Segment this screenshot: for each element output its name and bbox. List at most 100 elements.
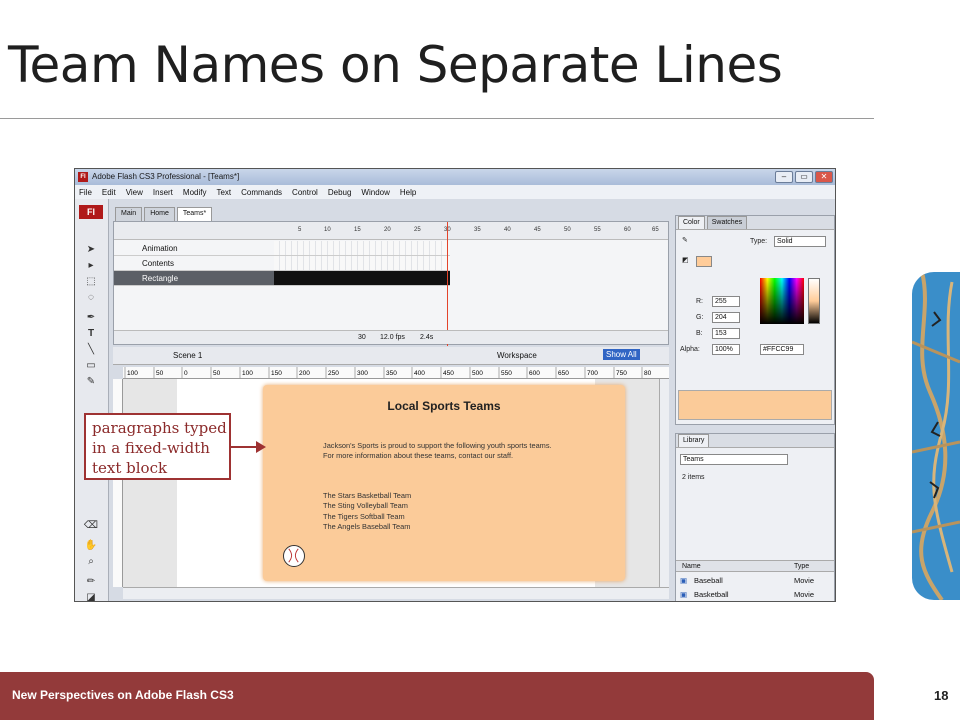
pen-tool-icon[interactable]: ✒ [83, 311, 99, 325]
frame-number: 65 [652, 227, 659, 233]
horizontal-scrollbar[interactable] [123, 587, 669, 599]
scene-name[interactable]: Scene 1 [173, 351, 202, 360]
fill-color-swatch[interactable] [696, 256, 712, 267]
stage-area: Local Sports Teams Jackson's Sports is p… [177, 379, 625, 587]
library-item[interactable]: ▣ Baseball Movie [676, 574, 834, 587]
library-item-type: Movie [794, 590, 815, 599]
frame-number: 35 [474, 227, 481, 233]
frame-rate[interactable]: 12.0 fps [380, 331, 405, 344]
ruler-label: 500 [472, 370, 483, 377]
hex-input[interactable]: #FFCC99 [760, 344, 804, 355]
rectangle-tool-icon[interactable]: ▭ [83, 359, 99, 373]
free-transform-tool-icon[interactable]: ⬚ [83, 275, 99, 289]
alpha-label: Alpha: [680, 346, 700, 353]
red-input[interactable]: 255 [712, 296, 740, 307]
movie-clip-icon: ▣ [680, 590, 688, 599]
library-count: 2 items [682, 474, 705, 481]
restore-button[interactable]: ▭ [795, 171, 813, 183]
column-type[interactable]: Type [794, 561, 809, 572]
team-item: The Tigers Softball Team [323, 511, 405, 521]
ruler-label: 650 [558, 370, 569, 377]
green-input[interactable]: 204 [712, 312, 740, 323]
text-tool-icon[interactable]: T [83, 327, 99, 341]
playhead[interactable] [447, 222, 448, 346]
stroke-color-icon[interactable]: ✏ [83, 575, 99, 589]
callout-text: paragraphs typed in a fixed-width text b… [92, 419, 227, 477]
pasteboard: Local Sports Teams Jackson's Sports is p… [123, 379, 659, 587]
ruler-label: 100 [127, 370, 138, 377]
annotation-callout: paragraphs typed in a fixed-width text b… [84, 413, 231, 480]
library-item-name: Baseball [694, 576, 723, 585]
minimize-button[interactable]: – [775, 171, 793, 183]
menu-text[interactable]: Text [216, 188, 231, 197]
frames-rectangle[interactable] [274, 271, 450, 286]
tools-panel: Fl ➤ ▸ ⬚ ◌ ✒ T ╲ ▭ ✎ ⌫ ✋ ⌕ ✏ ◪ [75, 199, 109, 601]
ruler-label: 50 [156, 370, 164, 377]
blue-label: B: [696, 330, 703, 337]
menu-help[interactable]: Help [400, 188, 416, 197]
color-spectrum[interactable] [760, 278, 804, 324]
eraser-tool-icon[interactable]: ⌫ [83, 519, 99, 533]
blue-input[interactable]: 153 [712, 328, 740, 339]
layer-animation[interactable]: Animation [114, 241, 274, 256]
fill-bucket-icon[interactable]: ◩ [682, 256, 689, 264]
library-item[interactable]: ▣ Basketball Movie [676, 588, 834, 601]
workspace-menu[interactable]: Workspace [497, 351, 537, 360]
hand-tool-icon[interactable]: ✋ [83, 539, 99, 553]
tab-main[interactable]: Main [115, 207, 143, 221]
menu-window[interactable]: Window [361, 188, 389, 197]
type-select[interactable]: Solid [774, 236, 826, 247]
stage-paragraph[interactable]: Jackson's Sports is proud to support the… [323, 441, 563, 460]
menu-commands[interactable]: Commands [241, 188, 282, 197]
tab-library[interactable]: Library [678, 434, 710, 447]
pencil-tool-icon[interactable]: ✎ [83, 375, 99, 389]
ruler-label: 50 [213, 370, 221, 377]
tab-home[interactable]: Home [144, 207, 175, 221]
menu-file[interactable]: File [79, 188, 92, 197]
menu-edit[interactable]: Edit [102, 188, 116, 197]
layer-rectangle[interactable]: Rectangle [114, 271, 274, 286]
layer-contents[interactable]: Contents [114, 256, 274, 271]
ruler-label: 750 [616, 370, 627, 377]
frame-number: 25 [414, 227, 421, 233]
column-name[interactable]: Name [682, 561, 701, 572]
frames-contents[interactable] [274, 256, 450, 271]
menu-control[interactable]: Control [292, 188, 318, 197]
green-label: G: [696, 314, 704, 321]
frame-number: 60 [624, 227, 631, 233]
library-document-select[interactable]: Teams [680, 454, 788, 465]
team-list[interactable]: The Stars Basketball Team The Sting Voll… [323, 491, 411, 533]
library-item-name: Basketball [694, 590, 729, 599]
baseball-icon[interactable] [283, 545, 305, 567]
tab-teams[interactable]: Teams* [176, 207, 213, 221]
menu-debug[interactable]: Debug [328, 188, 352, 197]
menu-insert[interactable]: Insert [153, 188, 173, 197]
vertical-scrollbar[interactable] [659, 379, 669, 587]
footer-text: New Perspectives on Adobe Flash CS3 [12, 688, 234, 702]
stroke-pencil-icon[interactable]: ✎ [682, 236, 688, 244]
line-tool-icon[interactable]: ╲ [83, 343, 99, 357]
zoom-tool-icon[interactable]: ⌕ [83, 555, 99, 569]
zoom-select[interactable]: Show All [603, 349, 640, 360]
close-button[interactable]: ✕ [815, 171, 833, 183]
selection-tool-icon[interactable]: ➤ [83, 243, 99, 257]
lasso-tool-icon[interactable]: ◌ [83, 291, 99, 305]
menu-view[interactable]: View [126, 188, 143, 197]
stage-heading[interactable]: Local Sports Teams [263, 399, 625, 413]
frame-number: 50 [564, 227, 571, 233]
tab-color[interactable]: Color [678, 216, 705, 229]
ruler-label: 0 [184, 370, 188, 377]
alpha-input[interactable]: 100% [712, 344, 740, 355]
brightness-slider[interactable] [808, 278, 820, 324]
tab-swatches[interactable]: Swatches [706, 216, 748, 229]
stage-rectangle[interactable]: Local Sports Teams Jackson's Sports is p… [263, 385, 625, 581]
vertical-ruler [113, 379, 123, 587]
type-label: Type: [750, 238, 768, 245]
menu-modify[interactable]: Modify [183, 188, 207, 197]
movie-clip-icon: ▣ [680, 576, 688, 585]
ruler-label: 300 [357, 370, 368, 377]
subselection-tool-icon[interactable]: ▸ [83, 259, 99, 273]
frames-animation[interactable] [274, 241, 450, 256]
fill-color-icon[interactable]: ◪ [83, 591, 99, 601]
title-divider [0, 118, 874, 119]
